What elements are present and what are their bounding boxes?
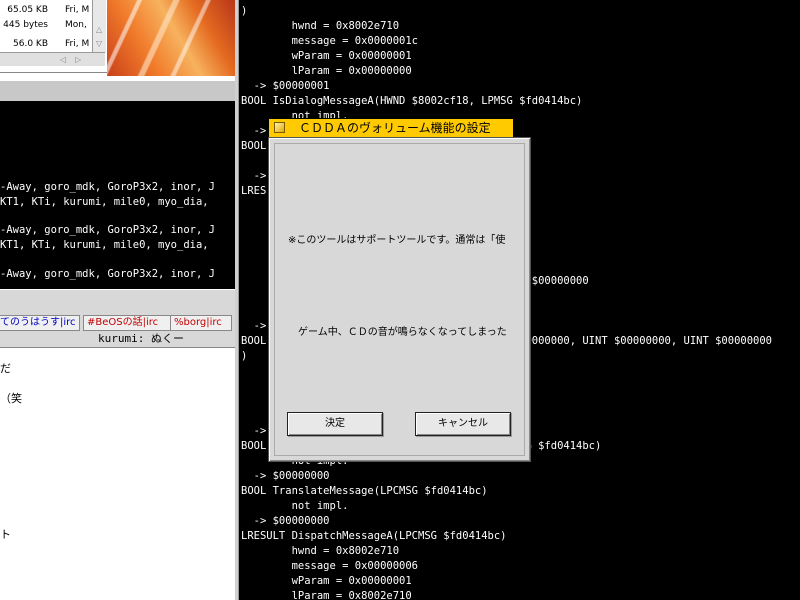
terminal-line: BOOL TranslateMessage(LPCMSG $fd0414bc) bbox=[241, 485, 488, 497]
irc-log-pane: -Away, goro_mdk, GoroP3x2, inor, J KT1, … bbox=[0, 101, 235, 289]
terminal-line: hwnd = 0x8002e710 bbox=[241, 20, 400, 32]
chat-line: （笑 bbox=[0, 392, 22, 405]
scroll-down-arrow-icon[interactable]: ▽ bbox=[96, 38, 102, 49]
dialog-notice-text: ※このツールはサポートツールです。通常は「使 bbox=[288, 235, 506, 246]
terminal-line: lParam = 0x8002e710 bbox=[241, 590, 412, 600]
dialog-titlebar[interactable]: ＣＤＤＡのヴォリューム機能の設定 bbox=[268, 118, 514, 137]
irc-window-titlebar[interactable] bbox=[0, 80, 235, 102]
dialog-body: ※このツールはサポートツールです。通常は「使 ゲーム中、ＣＤの音が鳴らなくなって… bbox=[268, 137, 531, 462]
tab-beos-channel[interactable]: #BeOSの話|irc bbox=[83, 315, 171, 331]
scroll-up-arrow-icon[interactable]: △ bbox=[96, 24, 102, 35]
file-list-horizontal-scrollbar[interactable]: ◁ ▷ bbox=[0, 52, 105, 66]
irc-log-line: -Away, goro_mdk, GoroP3x2, inor, J bbox=[0, 181, 215, 193]
tab-borg-channel[interactable]: %borg|irc bbox=[170, 315, 232, 331]
irc-log-line: KT1, KTi, kurumi, mile0, myo_dia, bbox=[0, 196, 209, 208]
terminal-line: lParam = 0x00000000 bbox=[241, 65, 412, 77]
terminal-line: -> bbox=[241, 320, 267, 332]
irc-status-line: kurumi: ぬくー bbox=[0, 331, 235, 348]
dialog-content-frame bbox=[274, 143, 525, 456]
terminal-line: message = 0x00000006 bbox=[241, 560, 419, 572]
terminal-line: hwnd = 0x8002e710 bbox=[241, 545, 400, 557]
terminal-line: -> $00000000 bbox=[241, 515, 330, 527]
scroll-left-arrow-icon[interactable]: ◁ bbox=[60, 54, 66, 65]
terminal-line: ) bbox=[241, 350, 248, 362]
file-size: 445 bytes bbox=[3, 20, 48, 30]
file-date: Fri, M bbox=[65, 39, 90, 49]
irc-log-line: -Away, goro_mdk, GoroP3x2, inor, J bbox=[0, 268, 215, 280]
cdda-volume-dialog: ＣＤＤＡのヴォリューム機能の設定 ※このツールはサポートツールです。通常は「使 … bbox=[268, 118, 531, 462]
terminal-line: wParam = 0x00000001 bbox=[241, 575, 412, 587]
scroll-right-arrow-icon[interactable]: ▷ bbox=[75, 54, 81, 65]
terminal-line: LRESULT DispatchMessageA(LPCMSG $fd0414b… bbox=[241, 530, 507, 542]
cancel-button[interactable]: キャンセル bbox=[415, 412, 511, 436]
chat-line: ト bbox=[0, 528, 11, 541]
tab-channel-1[interactable]: てのうはうす|irc bbox=[0, 315, 80, 331]
file-row[interactable]: 56.0 KB Fri, M bbox=[0, 34, 92, 54]
file-list-vertical-scrollbar[interactable]: △ ▽ bbox=[92, 0, 106, 52]
terminal-line: BOOL bbox=[241, 140, 267, 152]
terminal-line: -> bbox=[241, 170, 267, 182]
left-workspace: 65.05 KB Fri, M 445 bytes Mon, 56.0 KB F… bbox=[0, 0, 235, 600]
irc-status-text: kurumi: ぬくー bbox=[98, 332, 184, 345]
irc-log-line: -Away, goro_mdk, GoroP3x2, inor, J bbox=[0, 224, 215, 236]
irc-log-line: KT1, KTi, kurumi, mile0, myo_dia, bbox=[0, 239, 209, 251]
terminal-line: BOOL IsDialogMessageA(HWND $8002cf18, LP… bbox=[241, 95, 583, 107]
file-date: Mon, bbox=[65, 20, 87, 30]
terminal-line: -> bbox=[241, 125, 267, 137]
terminal-line: -> $00000000 bbox=[241, 470, 330, 482]
file-size: 56.0 KB bbox=[13, 39, 48, 49]
irc-chat-pane: だ （笑 ト bbox=[0, 348, 235, 600]
terminal-line: -> bbox=[241, 425, 267, 437]
dialog-title: ＣＤＤＡのヴォリューム機能の設定 bbox=[299, 121, 491, 135]
close-box-icon[interactable] bbox=[274, 122, 285, 133]
dialog-description-text: ゲーム中、ＣＤの音が鳴らなくなってしまった bbox=[298, 327, 507, 338]
file-row[interactable]: 445 bytes Mon, bbox=[0, 15, 92, 35]
file-list-window: 65.05 KB Fri, M 445 bytes Mon, 56.0 KB F… bbox=[0, 0, 108, 73]
terminal-line: message = 0x0000001c bbox=[241, 35, 419, 47]
irc-pane-splitter[interactable] bbox=[0, 289, 235, 315]
terminal-line: -> $00000001 bbox=[241, 80, 330, 92]
terminal-line: not impl. bbox=[241, 500, 349, 512]
irc-channel-tabs: てのうはうす|irc #BeOSの話|irc %borg|irc bbox=[0, 313, 235, 331]
desktop-wallpaper-image bbox=[107, 0, 235, 76]
terminal-line: wParam = 0x00000001 bbox=[241, 50, 412, 62]
chat-line: だ bbox=[0, 362, 11, 375]
terminal-line: LRES bbox=[241, 185, 267, 197]
ok-button[interactable]: 決定 bbox=[287, 412, 383, 436]
terminal-line: ) bbox=[241, 5, 248, 17]
